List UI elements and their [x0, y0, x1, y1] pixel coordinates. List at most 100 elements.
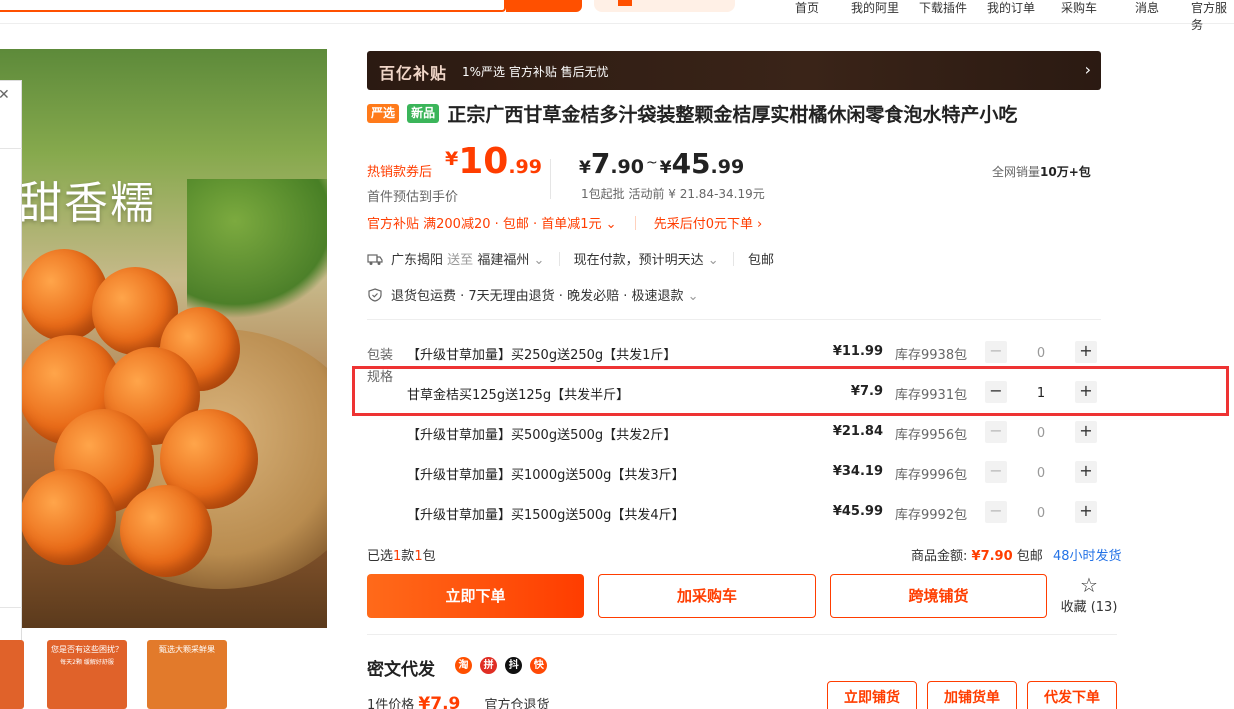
dropship-order-button[interactable]: 代发下单 — [1027, 681, 1117, 709]
divider — [367, 634, 1117, 635]
sku-price: ¥11.99 — [832, 344, 883, 359]
divider — [367, 319, 1101, 320]
unit-price: ¥7.9 — [418, 694, 461, 709]
star-icon: ☆ — [1080, 573, 1098, 597]
thumbnail-strip: 您是否有这些困扰？ 每天2颗 缓解好舒服 甄选大颗采鲜果 — [0, 640, 330, 709]
delivery-estimate[interactable]: 现在付款，预计明天达 — [574, 253, 704, 268]
highlight-box — [352, 366, 1229, 416]
spec-label-pack: 包装 — [367, 348, 394, 363]
chevron-down-icon[interactable]: ⌄ — [704, 253, 719, 268]
sku-stock: 库存9938包 — [895, 348, 968, 363]
chevron-right-icon: › — [757, 217, 763, 232]
nav-official-service[interactable]: 官方服务 — [1191, 0, 1234, 33]
chevron-down-icon[interactable]: ⌄ — [606, 217, 617, 232]
dropship-title: 密文代发 — [367, 660, 435, 680]
search-input[interactable] — [0, 0, 506, 12]
douyin-icon: 抖 — [505, 657, 523, 674]
increase-button[interactable]: + — [1075, 421, 1097, 443]
chevron-right-icon: › — [1084, 60, 1091, 79]
decrease-button[interactable]: − — [985, 501, 1007, 523]
chevron-down-icon[interactable]: ⌄ — [529, 253, 544, 268]
price-range-subtext: 1包起批 活动前 ¥ 21.84-34.19元 — [581, 187, 765, 201]
fern-decoration — [187, 179, 327, 319]
sku-name: 【升级甘草加量】买1000g送500g【共发3斤】 — [407, 468, 685, 483]
side-panel: ✕ — [0, 80, 22, 709]
image-search-button[interactable] — [594, 0, 735, 12]
truck-icon — [367, 254, 383, 265]
sku-stock: 库存9996包 — [895, 468, 968, 483]
chevron-down-icon[interactable]: ⌄ — [683, 289, 699, 304]
pay-later-link[interactable]: 先采后付0元下单 — [654, 217, 753, 232]
favorite-button[interactable]: ☆ 收藏 (13) — [1060, 574, 1118, 618]
dispatch-time-link[interactable]: 48小时发货 — [1053, 549, 1122, 564]
top-bar: 首页 我的阿里 下载插件 我的订单 采购车 消息 官方服务 — [0, 0, 1234, 32]
increase-button[interactable]: + — [1075, 461, 1097, 483]
nav-cart[interactable]: 采购车 — [1061, 0, 1097, 16]
decrease-button[interactable]: − — [985, 461, 1007, 483]
ship-from: 广东揭阳 — [391, 253, 444, 268]
selected-summary: 已选1款1包 — [367, 549, 436, 564]
new-product-tag: 新品 — [407, 104, 440, 123]
thumbnail[interactable] — [0, 640, 24, 709]
pinduoduo-icon: 拼 — [480, 657, 498, 674]
decrease-button[interactable]: − — [985, 341, 1007, 363]
nav-my-orders[interactable]: 我的订单 — [987, 0, 1035, 16]
subsidy-banner[interactable]: 百亿补贴 1%严选 官方补贴 售后无忧 › — [367, 51, 1101, 90]
ship-to-label: 送至 — [447, 253, 474, 268]
search-button[interactable] — [506, 0, 582, 12]
promo-text[interactable]: 官方补贴 满200减20 · 包邮 · 首单减1元 — [367, 217, 602, 232]
thumbnail-subtitle: 每天2颗 缓解好舒服 — [60, 659, 114, 666]
kumquat-image — [20, 469, 116, 565]
sku-row: 【升级甘草加量】买500g送500g【共发2斤】 ¥21.84 库存9956包 … — [403, 416, 1103, 448]
sales-volume: 全网销量10万+包 — [992, 165, 1091, 179]
strict-selection-tag: 严选 — [367, 104, 400, 123]
quantity-input[interactable]: 0 — [1007, 506, 1075, 521]
return-note: 官方仓退货 — [484, 698, 550, 709]
nav-messages[interactable]: 消息 — [1135, 0, 1159, 16]
buy-now-button[interactable]: 立即下单 — [367, 574, 584, 618]
increase-button[interactable]: + — [1075, 501, 1097, 523]
quantity-input[interactable]: 0 — [1007, 426, 1075, 441]
estimate-label: 首件预估到手价 — [367, 190, 459, 205]
list-now-button[interactable]: 立即铺货 — [827, 681, 917, 709]
product-title-row: 严选 新品 正宗广西甘草金桔多汁袋装整颗金桔厚实柑橘休闲零食泡水特产小吃 — [367, 100, 1017, 126]
increase-button[interactable]: + — [1075, 341, 1097, 363]
promo-row: 官方补贴 满200减20 · 包邮 · 首单减1元 ⌄ 先采后付0元下单 › — [367, 213, 762, 232]
quantity-input[interactable]: 0 — [1007, 466, 1075, 481]
free-shipping: 包邮 — [747, 253, 774, 268]
free-shipping: 包邮 — [1016, 549, 1043, 564]
sku-name: 【升级甘草加量】买1500g送500g【共发4斤】 — [407, 508, 685, 523]
quantity-input[interactable]: 0 — [1007, 346, 1075, 361]
nav-home[interactable]: 首页 — [795, 0, 819, 16]
total-amount: ¥7.90 — [971, 549, 1013, 564]
sku-price: ¥34.19 — [832, 464, 883, 479]
sku-row: 【升级甘草加量】买1500g送500g【共发4斤】 ¥45.99 库存9992包… — [403, 496, 1103, 528]
sku-row: 【升级甘草加量】买250g送250g【共发1斤】 ¥11.99 库存9938包 … — [403, 336, 1103, 368]
platform-icons: 淘 拼 抖 快 — [455, 657, 551, 674]
nav-my-alibaba[interactable]: 我的阿里 — [851, 0, 899, 16]
service-row: 退货包运费 · 7天无理由退货 · 晚发必赔 · 极速退款 ⌄ — [367, 285, 699, 304]
divider — [550, 159, 551, 199]
banner-description: 1%严选 官方补贴 售后无忧 — [462, 65, 609, 79]
thumbnail[interactable]: 甄选大颗采鲜果 — [147, 640, 227, 709]
kumquat-image — [120, 485, 212, 577]
kumquat-image — [247, 672, 279, 704]
kumquat-image — [247, 640, 279, 672]
banner-brand: 百亿补贴 — [379, 64, 448, 83]
product-main-image[interactable]: 甜香糯 — [0, 49, 327, 628]
sku-price: ¥21.84 — [832, 424, 883, 439]
sku-price: ¥45.99 — [832, 504, 883, 519]
cross-border-button[interactable]: 跨境铺货 — [830, 574, 1047, 618]
service-guarantees[interactable]: 退货包运费 · 7天无理由退货 · 晚发必赔 · 极速退款 — [391, 289, 683, 304]
taobao-icon: 淘 — [455, 657, 472, 674]
add-listing-button[interactable]: 加铺货单 — [927, 681, 1017, 709]
thumbnail[interactable]: 您是否有这些困扰？ 每天2颗 缓解好舒服 — [47, 640, 127, 709]
nav-download-plugin[interactable]: 下载插件 — [919, 0, 967, 16]
decrease-button[interactable]: − — [985, 421, 1007, 443]
close-icon[interactable]: ✕ — [0, 87, 10, 103]
coupon-label: 热销款券后 — [367, 165, 433, 180]
ship-to-select[interactable]: 福建福州 — [477, 253, 529, 268]
total-row: 商品金额: ¥7.90 包邮 48小时发货 — [911, 545, 1122, 564]
thumbnail[interactable] — [247, 640, 327, 709]
add-to-cart-button[interactable]: 加采购车 — [598, 574, 816, 618]
